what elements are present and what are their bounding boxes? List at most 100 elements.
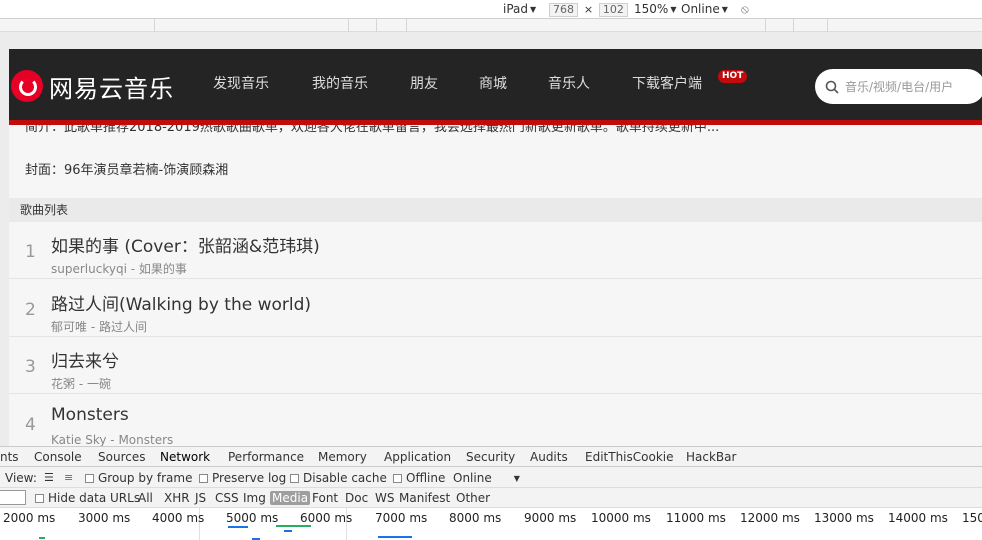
tab-memory[interactable]: Memory (318, 450, 367, 464)
tab-editthiscookie[interactable]: EditThisCookie (585, 450, 674, 464)
search-input[interactable] (845, 79, 965, 94)
hot-badge: HOT (718, 70, 748, 83)
checkbox-icon (290, 474, 299, 483)
viewport-height-input[interactable]: 102 (598, 2, 628, 17)
caret-down-icon: ▼ (530, 4, 537, 14)
checkbox-icon (199, 474, 208, 483)
group-by-frame-checkbox[interactable]: Group by frame (85, 471, 192, 485)
group-by-frame-label: Group by frame (98, 471, 193, 485)
nav-friends[interactable]: 朋友 (410, 74, 438, 94)
song-list-header: 歌曲列表 (9, 198, 982, 222)
offline-checkbox[interactable]: Offline (393, 471, 445, 485)
song-number: 4 (25, 415, 36, 435)
timeline-tick: 2000 ms (3, 511, 56, 525)
song-number: 2 (25, 300, 36, 320)
viewport-size: 768 × 102 (549, 1, 628, 17)
filter-media[interactable]: Media (270, 491, 311, 505)
throttle-select[interactable]: Online ▼ (453, 471, 520, 485)
list-view-icon[interactable]: ☰ (44, 471, 54, 484)
song-row[interactable]: 2 路过人间(Walking by the world) 郁可唯 - 路过人间 (9, 280, 982, 337)
timeline-tick: 12000 ms (740, 511, 800, 525)
filter-input[interactable] (0, 490, 26, 505)
tab-console[interactable]: Console (34, 450, 82, 464)
zoom-select[interactable]: 150% ▼ (634, 1, 676, 17)
song-row[interactable]: 3 归去来兮 花粥 - 一碗 (9, 337, 982, 394)
disable-cache-checkbox[interactable]: Disable cache (290, 471, 387, 485)
zoom-value: 150% (634, 2, 669, 16)
timeline-tick: 14000 ms (888, 511, 948, 525)
network-throttle-select[interactable]: Online ▼ (681, 1, 728, 17)
filter-img[interactable]: Img (243, 491, 266, 505)
search-icon (825, 80, 839, 94)
device-toolbar: iPad ▼ 768 × 102 150% ▼ Online ▼ ⦸ (0, 0, 982, 19)
song-artist-album: 花粥 - 一碗 (51, 377, 111, 391)
song-title[interactable]: 归去来兮 (51, 347, 119, 372)
device-select[interactable]: iPad ▼ (503, 1, 536, 17)
caret-down-icon: ▼ (513, 474, 520, 483)
network-timeline-overview[interactable]: 2000 ms 3000 ms 4000 ms 5000 ms 6000 ms … (0, 508, 982, 540)
rotate-icon[interactable]: ⦸ (741, 1, 749, 17)
view-label: View: (5, 471, 37, 485)
web-page: 简介：此歌单推荐2018-2019热歌歌曲歌单，欢迎各大佬在歌单留言，我会选择最… (9, 49, 982, 446)
request-bar (378, 536, 412, 538)
nav-my-music[interactable]: 我的音乐 (312, 74, 368, 94)
throttle-value: Online (453, 471, 492, 485)
song-artist-album: 郁可唯 - 路过人间 (51, 320, 147, 334)
filter-ws[interactable]: WS (375, 491, 394, 505)
tab-application[interactable]: Application (384, 450, 451, 464)
filter-css[interactable]: CSS (215, 491, 239, 505)
devtools-panel: nts Console Sources Network Performance … (0, 446, 982, 540)
tab-elements[interactable]: nts (0, 450, 19, 464)
hide-data-urls-label: Hide data URLs (48, 491, 141, 505)
tab-sources[interactable]: Sources (98, 450, 145, 464)
filter-xhr[interactable]: XHR (164, 491, 190, 505)
filter-other[interactable]: Other (456, 491, 490, 505)
timeline-tick: 9000 ms (524, 511, 577, 525)
header-accent-line (9, 120, 982, 125)
request-bar (276, 525, 311, 527)
devtools-tabs: nts Console Sources Network Performance … (0, 447, 982, 467)
nav-mall[interactable]: 商城 (479, 74, 507, 94)
song-artist-album: Katie Sky - Monsters (51, 433, 174, 446)
tab-network[interactable]: Network (160, 450, 210, 464)
song-title[interactable]: 路过人间(Walking by the world) (51, 290, 311, 315)
filter-js[interactable]: JS (195, 491, 206, 505)
emulated-viewport: 简介：此歌单推荐2018-2019热歌歌曲歌单，欢迎各大佬在歌单留言，我会选择最… (0, 32, 982, 446)
tab-audits[interactable]: Audits (530, 450, 568, 464)
filter-manifest[interactable]: Manifest (399, 491, 450, 505)
search-box[interactable] (815, 69, 982, 104)
logo-text: 网易云音乐 (49, 74, 174, 103)
nav-musician[interactable]: 音乐人 (548, 74, 590, 94)
request-bar (228, 526, 248, 528)
timeline-tick: 11000 ms (666, 511, 726, 525)
song-title[interactable]: 如果的事 (Cover：张韶涵&范玮琪) (51, 232, 320, 257)
site-header: 网易云音乐 发现音乐 我的音乐 朋友 商城 音乐人 下载客户端 HOT (9, 49, 982, 120)
hide-data-urls-checkbox[interactable]: Hide data URLs (35, 491, 140, 505)
tab-performance[interactable]: Performance (228, 450, 304, 464)
nav-discover[interactable]: 发现音乐 (213, 74, 269, 94)
song-artist-album: superluckyqi - 如果的事 (51, 262, 187, 276)
checkbox-icon (393, 474, 402, 483)
network-value: Online (681, 2, 720, 16)
filter-font[interactable]: Font (312, 491, 338, 505)
filter-all[interactable]: All (138, 491, 153, 505)
tab-hackbar[interactable]: HackBar (686, 450, 736, 464)
song-title[interactable]: Monsters (51, 405, 129, 425)
site-logo[interactable]: 网易云音乐 (11, 70, 174, 103)
tab-security[interactable]: Security (466, 450, 515, 464)
timeline-tick: 8000 ms (449, 511, 502, 525)
song-number: 3 (25, 357, 36, 377)
caret-down-icon: ▼ (670, 4, 677, 14)
timeline-tick: 150 (962, 511, 982, 525)
timeline-tick: 5000 ms (226, 511, 279, 525)
waterfall-view-icon[interactable]: ≡ (64, 471, 73, 484)
timeline-tick: 10000 ms (591, 511, 651, 525)
song-row[interactable]: 1 如果的事 (Cover：张韶涵&范玮琪) superluckyqi - 如果… (9, 222, 982, 279)
viewport-width-input[interactable]: 768 (549, 2, 578, 17)
preserve-log-checkbox[interactable]: Preserve log (199, 471, 286, 485)
nav-download-client[interactable]: 下载客户端 (632, 74, 702, 94)
playlist-cover-text: 封面：96年演员章若楠-饰演顾森湘 (25, 163, 229, 178)
filter-doc[interactable]: Doc (345, 491, 368, 505)
song-row[interactable]: 4 Monsters Katie Sky - Monsters (9, 395, 982, 446)
timeline-tick: 4000 ms (152, 511, 205, 525)
